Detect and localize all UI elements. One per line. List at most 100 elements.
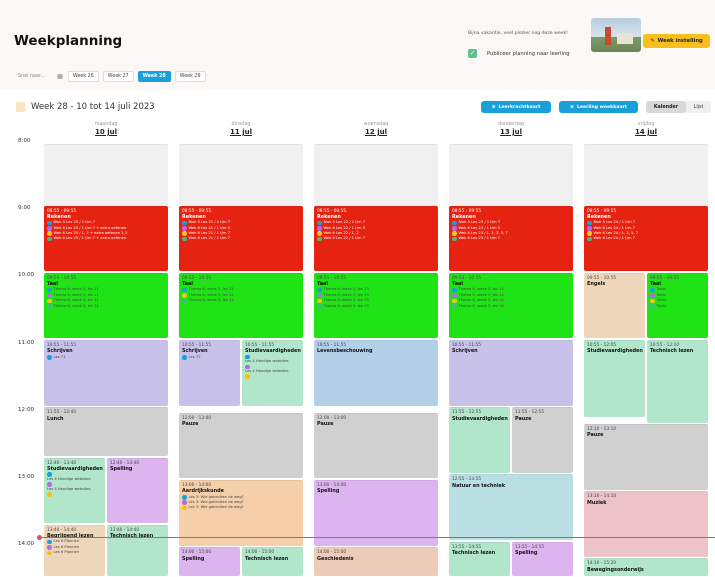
- lesson-block[interactable]: 12:40 - 13:40 Studievaardigheden Les 4 Han…: [44, 457, 105, 524]
- day-name: maandag: [94, 122, 118, 127]
- day-date[interactable]: 10 jul: [44, 128, 168, 136]
- day-header-dinsdag: dinsdag 11 jul: [179, 122, 303, 136]
- student-card-button[interactable]: ⊕ Leerling weekkaart: [559, 101, 638, 113]
- lesson-block[interactable]: 11:55 - 12:55 Pauze: [512, 407, 573, 473]
- week-settings-button[interactable]: ✎ Week instelling: [643, 34, 710, 48]
- week-tab-27[interactable]: Week 27: [102, 70, 134, 82]
- lesson-item-text: Wek 6 Les 23 / 1 t/m 7: [458, 236, 500, 241]
- lesson-item: Les 3: Wie gebruiken de weg?: [182, 505, 300, 511]
- day-date[interactable]: 12 jul: [314, 128, 438, 136]
- time-label: 8:00: [18, 138, 31, 144]
- day-name: dinsdag: [231, 122, 251, 127]
- lesson-name: Technisch lezen: [245, 555, 289, 562]
- teacher-card-button[interactable]: ⊕ Leerkrachtkaart: [481, 101, 551, 113]
- empty-slot[interactable]: [584, 144, 708, 210]
- day-header-donderdag: donderdag 13 jul: [449, 122, 573, 136]
- lesson-name: Spelling: [317, 488, 340, 495]
- level-dot-icon: [182, 298, 187, 304]
- week-nav: Snel naar... ▦ Week 26 Week 27 Week 28 W…: [18, 70, 210, 82]
- lesson-block[interactable]: 09:55 - 10:55 Taal Thema 6, week 3, les 11…: [44, 272, 168, 339]
- time-label: 11:00: [18, 339, 35, 346]
- calendar-icon[interactable]: ▦: [52, 73, 68, 80]
- day-date[interactable]: 11 jul: [179, 128, 303, 136]
- lesson-block[interactable]: 08:55 - 09:55 Rekenen Blok 5 Les 24 / 1 t/…: [584, 205, 708, 272]
- level-dot-icon: [245, 374, 250, 379]
- level-dot-icon: [47, 220, 52, 226]
- empty-slot[interactable]: [314, 144, 438, 210]
- lesson-block[interactable]: 13:40 - 14:40Technisch lezen: [107, 524, 168, 577]
- lesson-block[interactable]: 12:10 - 13:10 Pauze: [584, 424, 708, 490]
- goto-input[interactable]: Snel naar...: [18, 74, 52, 79]
- lesson-block[interactable]: 10:55 - 11:55 Schrijven Les 72: [179, 340, 240, 406]
- lesson-block[interactable]: 09:55 - 10:55 Taal Thema 6, week 3, les 14…: [449, 272, 573, 339]
- lesson-block[interactable]: 09:55 - 10:55 Taal Toets Toets Toets Toets: [647, 272, 708, 339]
- lesson-block[interactable]: 10:55 - 11:55 Schrijven Les 71: [44, 340, 168, 406]
- level-dot-icon: [587, 231, 592, 236]
- level-dot-icon: [47, 236, 52, 242]
- lesson-block[interactable]: 08:55 - 09:55 Rekenen Blok 5 Les 25 / 1 t/…: [44, 205, 168, 272]
- lesson-block[interactable]: 11:55 - 12:55 Studievaardigheden: [449, 407, 510, 473]
- level-dot-icon: [47, 550, 52, 556]
- lesson-block[interactable]: 14:00 - 15:00 Technisch lezen: [242, 547, 303, 577]
- lesson-name: Studievaardigheden: [452, 415, 508, 422]
- lesson-name: Technisch lezen: [452, 550, 496, 556]
- header: Weekplanning Snel naar... ▦ Week 26 Week…: [0, 0, 715, 90]
- day-name: vrijdag: [637, 122, 655, 127]
- lesson-block[interactable]: 09:55 - 10:55 Taal Thema 6, week 3, les 12…: [179, 272, 303, 339]
- lesson-item: Wek 6 Les 25 / 1 t/m 7 + extra oefenen: [47, 236, 165, 242]
- level-dot-icon: [47, 545, 52, 550]
- lesson-item: Wek 6 Les 21 / 1 t/m 7: [182, 236, 300, 242]
- view-list[interactable]: Lijst: [686, 101, 711, 113]
- lesson-block[interactable]: 13:55 - 14:55 Spelling: [512, 541, 573, 577]
- empty-slot[interactable]: [44, 144, 168, 210]
- level-dot-icon: [317, 304, 322, 309]
- lesson-block[interactable]: 12:55 - 13:55 Natuur en techniek: [449, 474, 573, 541]
- week-tab-29[interactable]: Week 29: [174, 70, 206, 82]
- lesson-block[interactable]: 10:55 - 12:10 Technisch lezen: [647, 340, 708, 423]
- lesson-block[interactable]: 08:55 - 09:55 Rekenen Blok 5 Les 23 / 1 t/…: [449, 205, 573, 272]
- lesson-block[interactable]: 14:00 - 15:00 Spelling: [179, 547, 240, 577]
- lesson-block[interactable]: 12:40 - 13:40 Spelling: [107, 457, 168, 524]
- level-dot-icon: [182, 505, 187, 511]
- lesson-block[interactable]: 08:55 - 09:55 Rekenen Blok 5 Les 22 / 1 t/…: [314, 205, 438, 272]
- day-header-woensdag: woensdag 12 jul: [314, 122, 438, 136]
- level-dot-icon: [47, 231, 52, 236]
- lesson-block[interactable]: 12:00 - 13:00 Pauze: [179, 412, 303, 479]
- empty-slot[interactable]: [179, 144, 303, 210]
- lesson-block[interactable]: 12:00 - 13:00 Pauze: [314, 412, 438, 479]
- lesson-block[interactable]: 08:55 - 09:55 Rekenen Blok 5 Les 21 / 1 t/…: [179, 205, 303, 272]
- week-tab-28[interactable]: Week 28: [137, 70, 171, 82]
- lesson-block[interactable]: 09:55 - 10:55 Taal Thema 6, week 3, les 13…: [314, 272, 438, 339]
- lesson-block[interactable]: 14:10 - 15:20 Bewegingsonderwijs: [584, 558, 708, 577]
- lesson-name: Schrijven: [452, 348, 478, 355]
- lesson-block[interactable]: 10:55 - 11:55 Levensbeschouwing: [314, 340, 438, 406]
- day-date[interactable]: 14 jul: [584, 128, 708, 136]
- lesson-block[interactable]: 10:55 - 12:05 Studievaardigheden: [584, 340, 645, 417]
- lesson-block[interactable]: 14:00 - 15:00 Geschiedenis: [314, 547, 438, 577]
- lesson-block[interactable]: 10:55 - 11:55 Schrijven: [449, 340, 573, 406]
- lesson-block[interactable]: 11:55 - 12:40 Lunch: [44, 407, 168, 457]
- lesson-block[interactable]: 09:55 - 10:55 Engels: [584, 272, 645, 339]
- lesson-block[interactable]: 13:00 - 14:00 Aardrijkskunde Les 3: Wie ge…: [179, 480, 303, 546]
- lesson-block[interactable]: 13:55 - 14:55 Technisch lezen: [449, 541, 510, 577]
- level-dot-icon: [317, 231, 322, 236]
- week-tab-26[interactable]: Week 26: [68, 70, 99, 82]
- lesson-block[interactable]: 13:00 - 14:00 Spelling: [314, 480, 438, 546]
- level-dot-icon: [317, 298, 322, 304]
- view-calendar[interactable]: Kalender: [646, 101, 686, 113]
- lesson-item: Wek 6 Les 24 / 1 t/m 7: [587, 236, 705, 242]
- student-card-label: Leerling weekkaart: [576, 104, 627, 110]
- level-dot-icon: [650, 287, 655, 293]
- level-dot-icon: [182, 495, 187, 500]
- lesson-name: Spelling: [515, 550, 538, 556]
- level-dot-icon: [317, 236, 322, 242]
- empty-slot[interactable]: [449, 144, 573, 210]
- lesson-block[interactable]: 13:40 - 14:40Begrijpend lezenLes 6 Plann…: [44, 524, 105, 577]
- checkbox-checked-icon[interactable]: ✓: [468, 49, 477, 58]
- lesson-block[interactable]: 13:10 - 14:10 Muziek: [584, 491, 708, 557]
- day-date[interactable]: 13 jul: [449, 128, 573, 136]
- publish-toggle[interactable]: ✓ Publiceer planning naar leerling: [468, 49, 570, 58]
- teacher-card-label: Leerkrachtkaart: [498, 104, 541, 110]
- lesson-block[interactable]: 10:55 - 11:55 Studievaardigheden Les 4 Han…: [242, 340, 303, 406]
- plus-icon: ⊕: [570, 104, 574, 110]
